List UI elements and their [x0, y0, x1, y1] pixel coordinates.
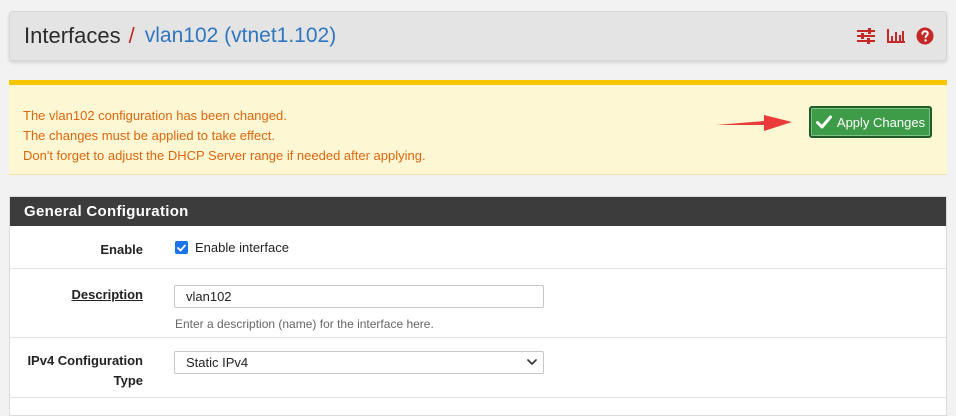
pointer-arrow-icon: [716, 115, 792, 131]
breadcrumb-root[interactable]: Interfaces: [24, 23, 121, 49]
checkmark-icon: [815, 115, 832, 129]
bar-chart-icon[interactable]: [886, 27, 906, 45]
description-row: Description vlan102 Enter a description …: [10, 269, 946, 338]
breadcrumb-current[interactable]: vlan102 (vtnet1.102): [145, 24, 336, 48]
panel-title: General Configuration: [10, 197, 946, 226]
enable-interface-label: Enable interface: [195, 240, 289, 255]
apply-changes-label: Apply Changes: [836, 114, 926, 130]
enable-label: Enable: [100, 242, 143, 257]
header-icons: [856, 27, 934, 45]
breadcrumb-separator: /: [128, 23, 135, 48]
enable-interface-checkbox[interactable]: [175, 241, 188, 254]
description-label[interactable]: Description: [71, 285, 143, 305]
alert-line: Don't forget to adjust the DHCP Server r…: [23, 148, 426, 163]
general-configuration-panel: General Configuration Enable Enable inte…: [9, 196, 947, 416]
checkmark-icon: [177, 244, 186, 251]
page-header: Interfaces / vlan102 (vtnet1.102): [9, 11, 947, 61]
apply-changes-button[interactable]: Apply Changes: [809, 106, 932, 138]
help-icon[interactable]: [916, 27, 934, 45]
ipv4-configuration-type-select[interactable]: Static IPv4: [174, 351, 544, 374]
chevron-down-icon: [527, 359, 537, 366]
description-input[interactable]: vlan102: [174, 285, 544, 308]
settings-sliders-icon[interactable]: [856, 27, 876, 45]
enable-interface-checkbox-wrap[interactable]: Enable interface: [175, 240, 289, 255]
ipv4-selected-value: Static IPv4: [186, 355, 249, 370]
description-help-text: Enter a description (name) for the inter…: [175, 317, 434, 331]
ipv4-configuration-type-label: IPv4 Configuration Type: [27, 353, 143, 388]
enable-row: Enable Enable interface: [10, 226, 946, 269]
changes-alert: The vlan102 configuration has been chang…: [9, 80, 947, 175]
alert-line: The changes must be applied to take effe…: [23, 128, 275, 143]
alert-line: The vlan102 configuration has been chang…: [23, 108, 287, 123]
ipv4-configuration-row: IPv4 Configuration Type Static IPv4: [10, 338, 946, 398]
alert-message: The vlan102 configuration has been chang…: [23, 106, 426, 166]
